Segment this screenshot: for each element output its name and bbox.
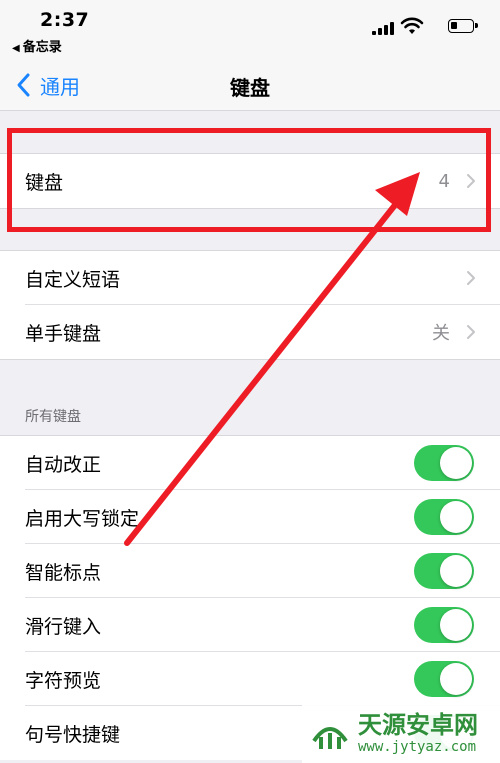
watermark: 天源安卓网 www.jytyaz.com: [302, 703, 500, 763]
status-bar: 2:37 ◀ 备忘录: [0, 0, 500, 60]
highlight-box: [7, 128, 491, 232]
one-handed-keyboard-label: 单手键盘: [25, 322, 102, 345]
one-handed-keyboard-value: 关: [432, 323, 450, 344]
caps-lock-row: 启用大写锁定: [0, 490, 500, 544]
page-title: 键盘: [230, 76, 270, 100]
back-triangle-icon: ◀: [12, 43, 20, 54]
chevron-right-icon: [467, 271, 475, 285]
slide-to-type-row: 滑行键入: [0, 598, 500, 652]
text-replacement-group: 自定义短语 单手键盘 关: [0, 250, 500, 360]
cellular-signal-icon: [372, 22, 394, 35]
wifi-icon: [400, 17, 424, 34]
back-to-app-link[interactable]: ◀ 备忘录: [12, 36, 62, 55]
watermark-logo-icon: [312, 727, 348, 749]
back-app-label: 备忘录: [22, 40, 62, 55]
all-keyboards-header: 所有键盘: [25, 409, 81, 425]
text-replacement-label: 自定义短语: [25, 268, 121, 291]
slide-to-type-toggle[interactable]: [414, 607, 474, 643]
chevron-right-icon: [467, 325, 475, 339]
smart-punctuation-toggle[interactable]: [414, 553, 474, 589]
watermark-url: www.jytyaz.com: [358, 739, 477, 755]
slide-to-type-label: 滑行键入: [25, 615, 102, 638]
caps-lock-toggle[interactable]: [414, 499, 474, 535]
auto-correction-label: 自动改正: [25, 453, 102, 476]
one-handed-keyboard-row[interactable]: 单手键盘 关: [0, 305, 500, 359]
character-preview-label: 字符预览: [25, 669, 102, 692]
caps-lock-label: 启用大写锁定: [25, 507, 140, 530]
smart-punctuation-label: 智能标点: [25, 561, 102, 584]
watermark-title: 天源安卓网: [358, 711, 478, 739]
character-preview-toggle[interactable]: [414, 661, 474, 697]
status-time: 2:37: [40, 9, 90, 31]
battery-icon: [448, 19, 478, 33]
auto-correction-toggle[interactable]: [414, 445, 474, 481]
text-replacement-row[interactable]: 自定义短语: [0, 251, 500, 305]
navigation-bar: 通用 键盘: [0, 60, 500, 111]
character-preview-row: 字符预览: [0, 652, 500, 706]
auto-correction-row: 自动改正: [0, 436, 500, 490]
period-shortcut-label: 句号快捷键: [25, 723, 121, 746]
smart-punctuation-row: 智能标点: [0, 544, 500, 598]
